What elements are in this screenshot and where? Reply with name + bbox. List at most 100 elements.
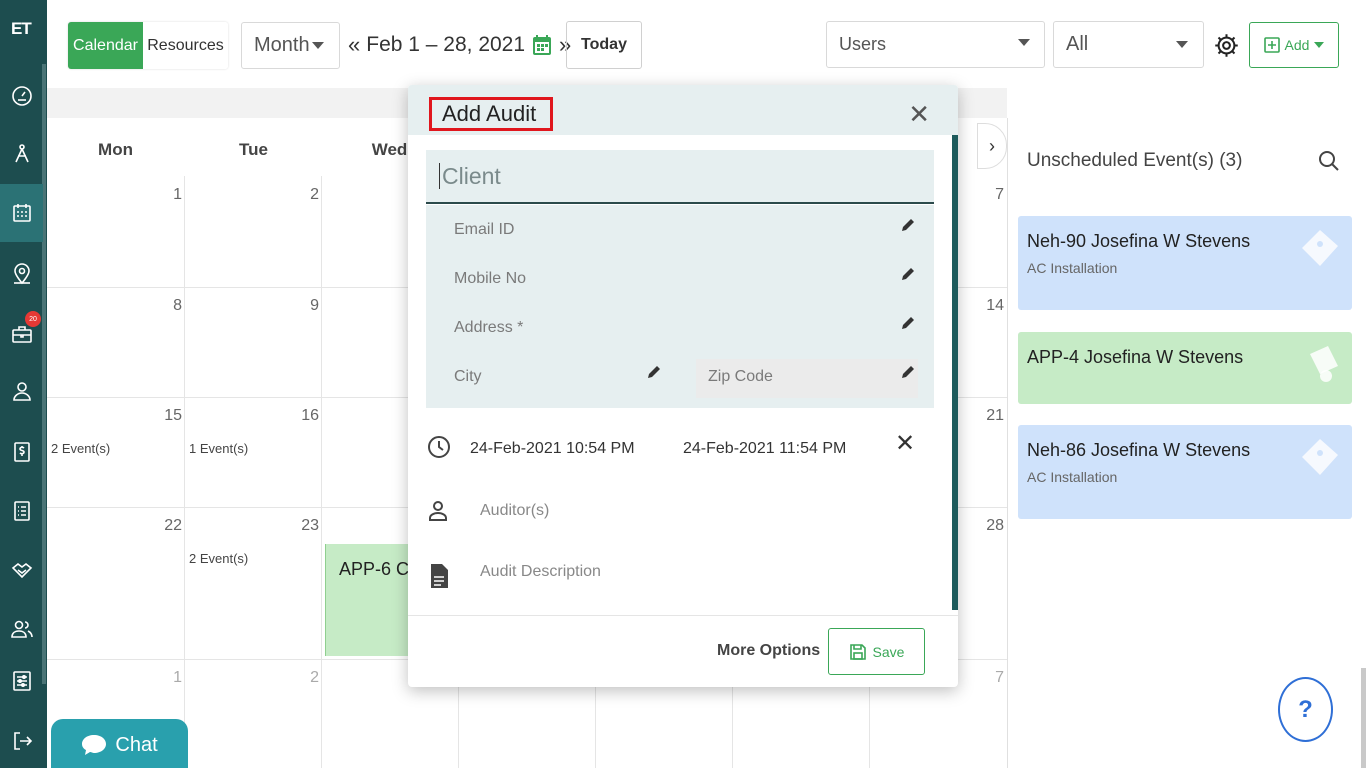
page-scrollbar[interactable]: [1361, 668, 1366, 768]
users-icon: [10, 620, 33, 638]
today-button[interactable]: Today: [566, 21, 642, 69]
sidebar-item-contacts[interactable]: [0, 362, 43, 420]
card-title: APP-4 Josefina W Stevens: [1027, 347, 1244, 367]
page-scroll-track: [1359, 0, 1366, 668]
sidebar-item-billing[interactable]: [0, 423, 43, 481]
date-range-label: Feb 1 – 28, 2021: [366, 33, 526, 56]
day-header-tue: Tue: [239, 140, 268, 159]
notification-badge: 20: [25, 311, 41, 327]
day-cell[interactable]: 8: [162, 297, 182, 315]
calendar-picker-icon[interactable]: [531, 33, 553, 57]
dialog-footer-divider: [408, 615, 958, 616]
chat-bubble-icon: [82, 735, 107, 755]
chevron-right-icon: ›: [989, 135, 995, 156]
day-cell[interactable]: 14: [984, 297, 1004, 315]
end-datetime[interactable]: 24-Feb-2021 11:54 PM: [683, 440, 846, 458]
day-cell[interactable]: 7: [984, 186, 1004, 204]
chevron-down-icon: [1018, 39, 1030, 46]
audit-description-field[interactable]: Audit Description: [480, 563, 601, 581]
chevron-down-icon: [1176, 41, 1188, 48]
day-cell[interactable]: 1: [162, 186, 182, 204]
view-toggle: Calendar Resources: [68, 22, 228, 69]
save-button[interactable]: Save: [828, 628, 925, 675]
day-cell[interactable]: 7: [984, 669, 1004, 687]
city-field[interactable]: City: [454, 368, 482, 386]
client-details: Email ID Mobile No Address * City Zip Co…: [426, 205, 934, 408]
chat-button[interactable]: Chat: [51, 719, 188, 768]
resources-view-button[interactable]: Resources: [143, 22, 228, 69]
help-button[interactable]: ?: [1278, 677, 1333, 742]
day-cell[interactable]: 22: [162, 517, 182, 535]
event-count-link[interactable]: 1 Event(s): [189, 441, 248, 456]
users-select[interactable]: Users: [826, 21, 1045, 68]
unscheduled-card[interactable]: Neh-90 Josefina W Stevens AC Installatio…: [1018, 216, 1352, 310]
event-count-link[interactable]: 2 Event(s): [189, 551, 248, 566]
event-count-link[interactable]: 2 Event(s): [51, 441, 110, 456]
auditors-field[interactable]: Auditor(s): [480, 502, 549, 520]
user-icon: [12, 382, 31, 401]
prev-period-button[interactable]: «: [348, 32, 360, 58]
pencil-icon[interactable]: [900, 364, 916, 380]
day-cell[interactable]: 23: [299, 517, 319, 535]
gear-icon[interactable]: [1213, 32, 1240, 59]
more-options-button[interactable]: More Options: [717, 642, 820, 660]
client-input[interactable]: Client: [426, 150, 934, 204]
text-cursor: [439, 163, 440, 189]
pencil-icon[interactable]: [900, 266, 916, 282]
day-cell[interactable]: 16: [299, 407, 319, 425]
chevron-down-icon: [312, 42, 324, 49]
chevron-down-icon: [1314, 42, 1325, 48]
left-sidebar: ET 20: [0, 0, 47, 768]
dialog-title: Add Audit: [429, 97, 553, 131]
unscheduled-card[interactable]: Neh-86 Josefina W Stevens AC Installatio…: [1018, 425, 1352, 519]
day-cell[interactable]: 15: [162, 407, 182, 425]
save-button-label: Save: [872, 643, 905, 660]
address-field[interactable]: Address *: [454, 319, 523, 337]
clock-icon: [428, 436, 450, 458]
card-subtitle: AC Installation: [1027, 469, 1118, 485]
start-datetime[interactable]: 24-Feb-2021 10:54 PM: [470, 440, 635, 458]
zip-code-field[interactable]: Zip Code: [696, 359, 918, 398]
save-icon: [849, 643, 866, 660]
chat-label: Chat: [115, 733, 158, 756]
pencil-icon[interactable]: [900, 217, 916, 233]
day-cell[interactable]: 1: [162, 669, 182, 687]
search-icon[interactable]: [1318, 150, 1340, 172]
panel-divider: [1007, 118, 1008, 768]
client-placeholder: Client: [442, 162, 501, 189]
add-button[interactable]: Add: [1249, 22, 1339, 68]
users-select-value: Users: [839, 34, 887, 54]
pencil-icon[interactable]: [646, 364, 662, 380]
logout-icon: [13, 732, 32, 750]
sidebar-item-design[interactable]: [0, 125, 43, 183]
email-field[interactable]: Email ID: [454, 221, 514, 239]
map-pin-icon: [13, 263, 30, 285]
calendar-view-button[interactable]: Calendar: [68, 22, 143, 69]
period-select[interactable]: Month: [241, 22, 340, 69]
sidebar-item-deals[interactable]: [0, 541, 43, 599]
calendar-event[interactable]: APP-6 Cla: [325, 544, 423, 656]
sidebar-item-dashboard[interactable]: [0, 67, 43, 125]
day-cell[interactable]: 2: [299, 669, 319, 687]
close-icon[interactable]: ✕: [908, 99, 930, 130]
tag-icon: [1302, 230, 1338, 266]
plug-icon: [1310, 346, 1338, 382]
unscheduled-card[interactable]: APP-4 Josefina W Stevens: [1018, 332, 1352, 404]
sidebar-item-logout[interactable]: [0, 712, 43, 768]
document-icon: [431, 564, 448, 588]
day-cell[interactable]: 9: [299, 297, 319, 315]
day-cell[interactable]: 28: [984, 517, 1004, 535]
sidebar-item-settings[interactable]: [0, 652, 43, 710]
clear-datetime-icon[interactable]: ✕: [895, 429, 915, 458]
dialog-scrollbar[interactable]: [952, 135, 958, 610]
sidebar-item-map[interactable]: [0, 245, 43, 303]
pencil-icon[interactable]: [900, 315, 916, 331]
sidebar-item-reports[interactable]: [0, 482, 43, 540]
sidebar-item-team[interactable]: [0, 600, 43, 658]
mobile-field[interactable]: Mobile No: [454, 270, 526, 288]
day-cell[interactable]: 2: [299, 186, 319, 204]
tag-icon: [1302, 439, 1338, 475]
sidebar-item-calendar[interactable]: [0, 184, 43, 242]
filter-select[interactable]: All: [1053, 21, 1204, 68]
day-cell[interactable]: 21: [984, 407, 1004, 425]
